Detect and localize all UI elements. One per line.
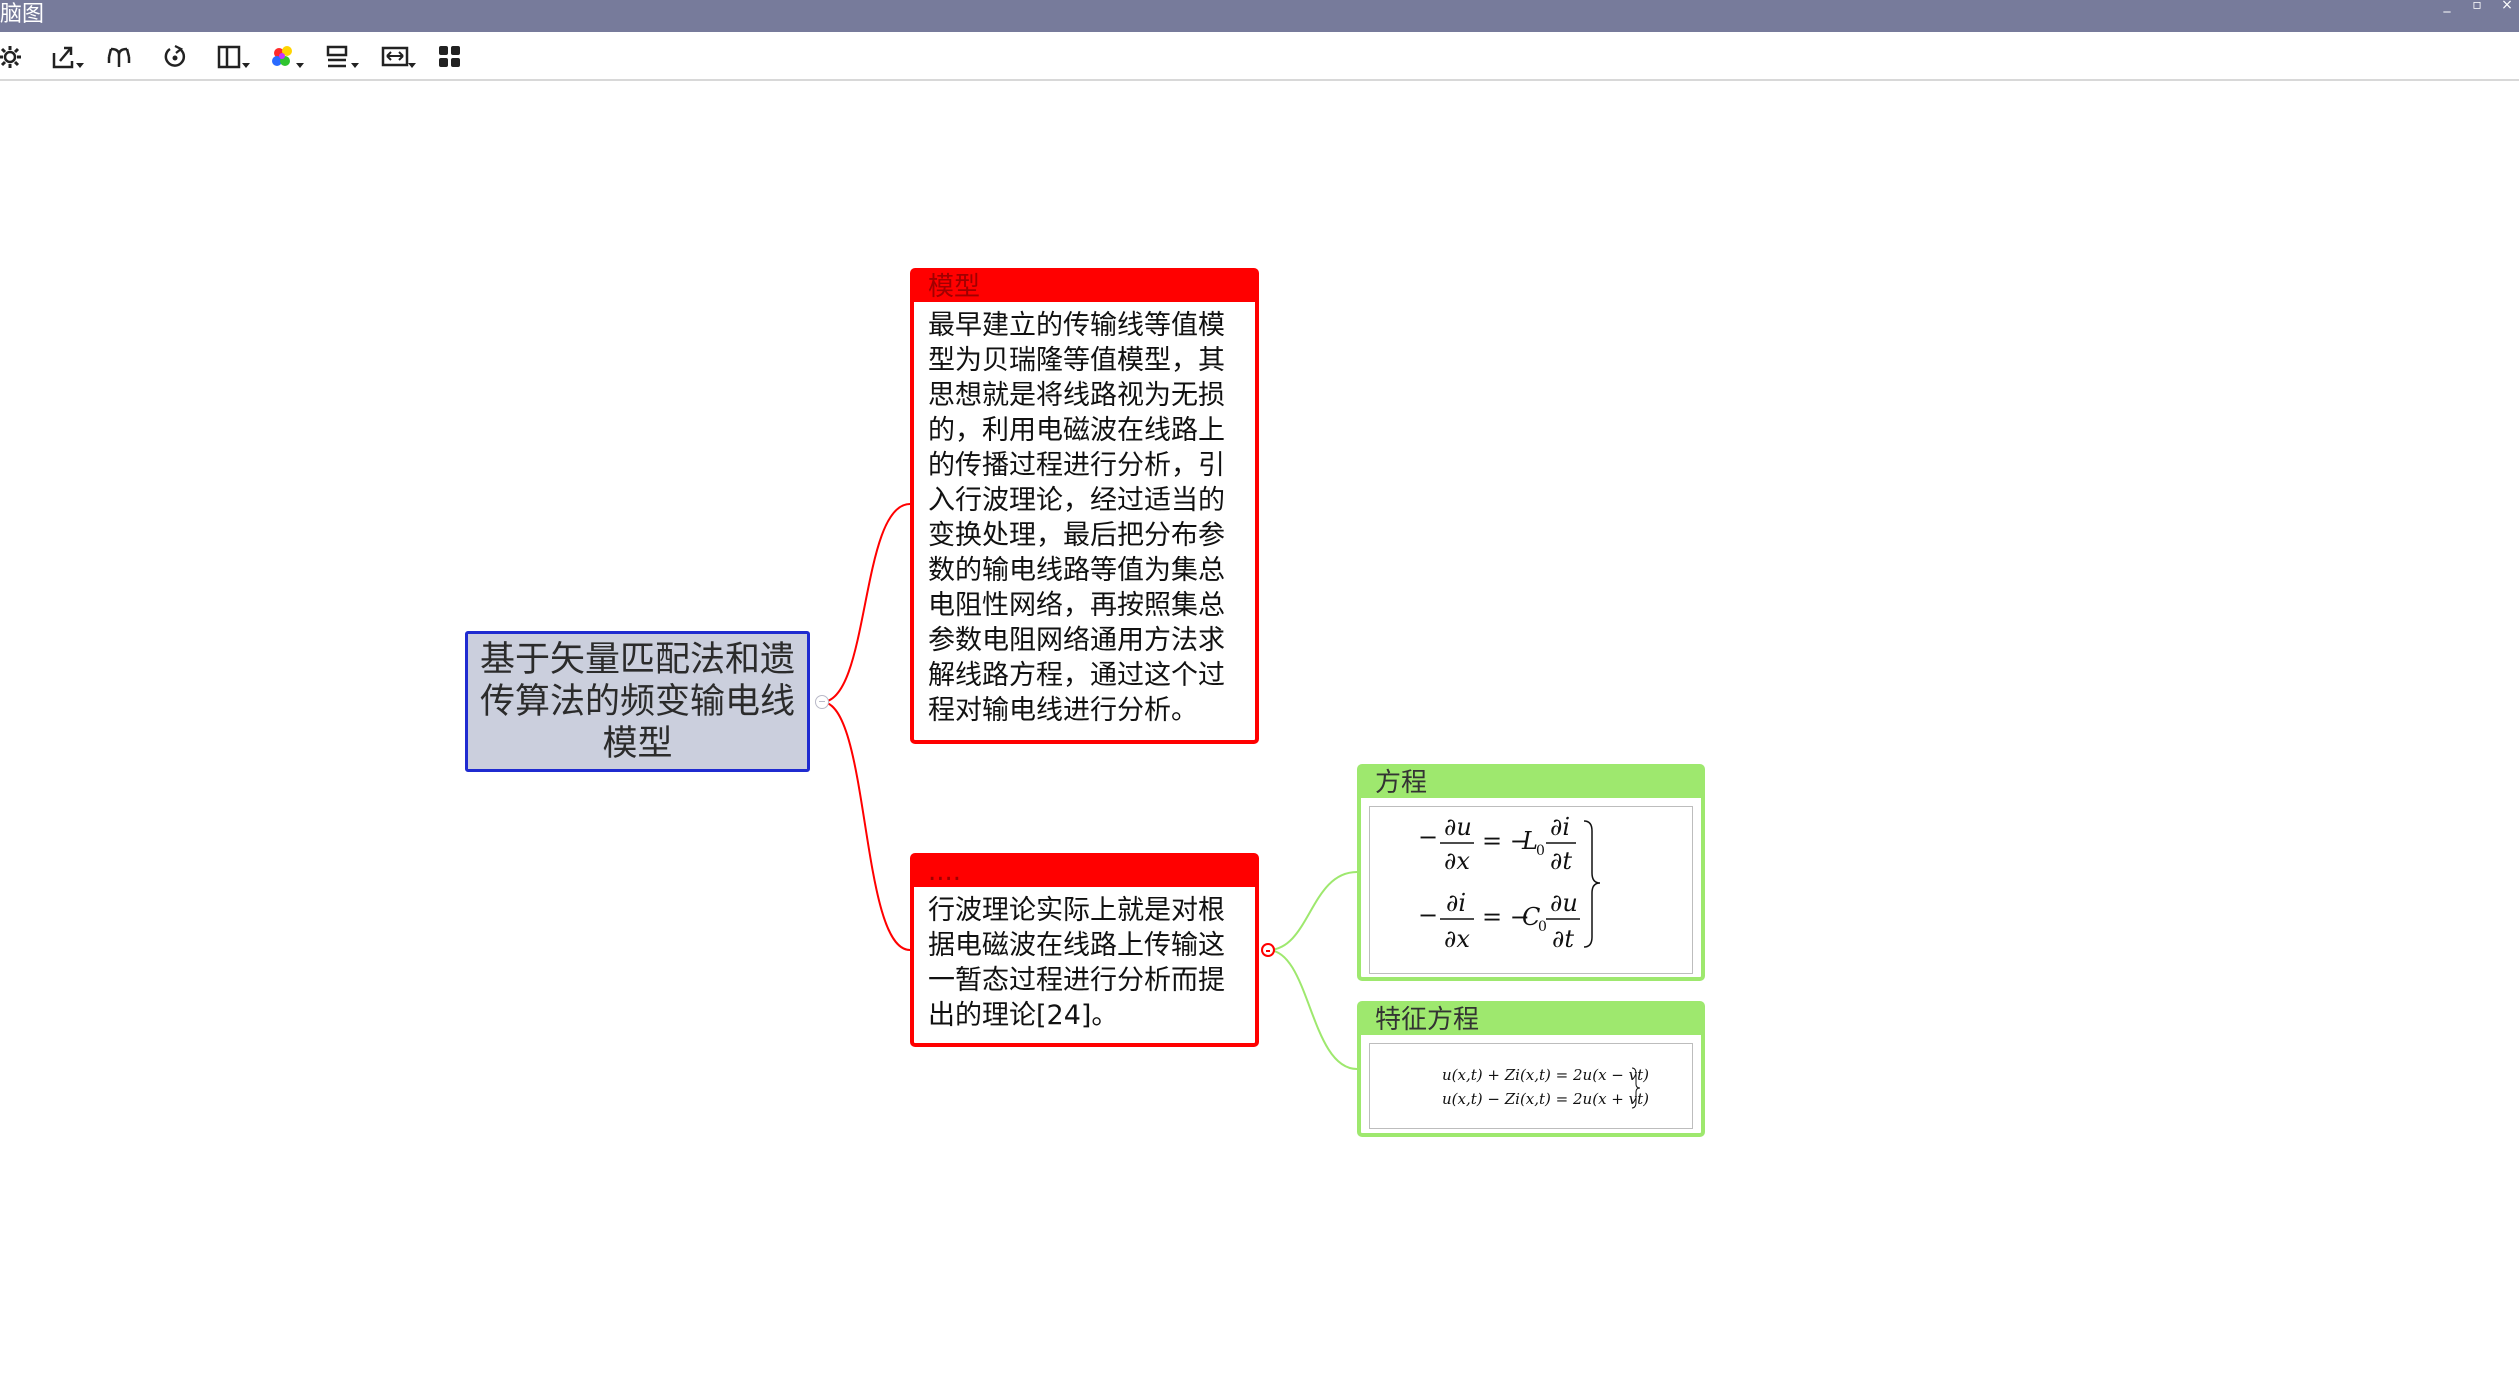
topic-traveling-wave-body: 行波理论实际上就是对根据电磁波在线路上传输这一暂态过程进行分析而提出的理论[24… <box>928 895 1225 1031</box>
refresh-button[interactable] <box>155 41 195 73</box>
grid-icon <box>439 46 460 67</box>
topic-traveling-wave-title: .... <box>914 857 1255 887</box>
restore-button[interactable]: ▫ <box>2466 0 2488 12</box>
fit-width-dropdown-icon <box>381 46 416 68</box>
mindmap-canvas[interactable]: 基于矢量匹配法和遗传算法的频变输电线模型 模型 最早建立的传输线等值模型为贝瑞隆… <box>0 81 2519 1397</box>
topic-model-title: 模型 <box>914 272 1255 302</box>
equation-formula-image: − ∂u ∂x = − L 0 ∂i ∂t − ∂i ∂x = − C 0 ∂u… <box>1369 806 1693 974</box>
grid-view-button[interactable] <box>430 41 470 73</box>
svg-text:−: − <box>1418 901 1438 929</box>
characteristic-equations: u(x,t) + Zi(x,t) = 2u(x − vt) u(x,t) − Z… <box>1442 1066 1649 1109</box>
gear-icon <box>0 46 21 68</box>
connector-root-model <box>821 503 911 703</box>
topic-traveling-wave[interactable]: .... 行波理论实际上就是对根据电磁波在线路上传输这一暂态过程进行分析而提出的… <box>910 853 1259 1047</box>
svg-text:∂u: ∂u <box>1444 813 1472 841</box>
svg-text:−: − <box>1418 823 1438 851</box>
color-palette-dropdown-icon <box>272 46 304 68</box>
connector-lines <box>821 503 1358 1070</box>
telegrapher-equations: − ∂u ∂x = − L 0 ∂i ∂t − ∂i ∂x = − C 0 ∂u… <box>1418 813 1601 953</box>
rotate-icon <box>164 45 186 67</box>
characteristic-line-2: u(x,t) − Zi(x,t) = 2u(x + vt) <box>1442 1090 1649 1108</box>
toolbar <box>0 32 2519 81</box>
align-dropdown-icon <box>326 45 359 68</box>
layout-button[interactable] <box>99 41 139 73</box>
window-title: 脑图 <box>0 2 45 27</box>
align-button[interactable] <box>323 41 363 73</box>
export-button[interactable] <box>48 41 88 73</box>
window-titlebar: 脑图 _ ▫ × <box>0 0 2519 32</box>
traveling-wave-collapse-toggle[interactable] <box>1261 943 1275 957</box>
svg-text:0: 0 <box>1536 843 1545 859</box>
topic-equation-title: 方程 <box>1361 768 1701 798</box>
topic-characteristic-equation-title: 特征方程 <box>1361 1005 1701 1035</box>
topic-model[interactable]: 模型 最早建立的传输线等值模型为贝瑞隆等值模型，其思想就是将线路视为无损的，利用… <box>910 268 1259 744</box>
svg-text:∂t: ∂t <box>1552 925 1574 953</box>
svg-text:∂u: ∂u <box>1550 889 1578 917</box>
topic-equation[interactable]: 方程 − ∂u ∂x = − L 0 ∂i ∂t − ∂i ∂x = − C 0… <box>1357 764 1705 981</box>
connector-wave-characteristic <box>1267 949 1358 1070</box>
close-button[interactable]: × <box>2496 0 2518 12</box>
root-node-label: 基于矢量匹配法和遗传算法的频变输电线模型 <box>479 639 795 764</box>
connector-root-wave <box>821 701 911 951</box>
characteristic-formula-image: u(x,t) + Zi(x,t) = 2u(x − vt) u(x,t) − Z… <box>1369 1043 1693 1129</box>
theme-colors-button[interactable] <box>268 41 308 73</box>
connector-wave-equation <box>1267 871 1358 951</box>
settings-button[interactable] <box>0 41 30 73</box>
svg-text:∂i: ∂i <box>1446 889 1466 917</box>
export-dropdown-icon <box>52 46 84 69</box>
svg-text:∂t: ∂t <box>1550 847 1572 875</box>
topic-model-body: 最早建立的传输线等值模型为贝瑞隆等值模型，其思想就是将线路视为无损的，利用电磁波… <box>928 310 1225 726</box>
topic-characteristic-equation[interactable]: 特征方程 u(x,t) + Zi(x,t) = 2u(x − vt) u(x,t… <box>1357 1001 1705 1137</box>
svg-text:∂x: ∂x <box>1444 925 1470 953</box>
svg-text:∂x: ∂x <box>1444 847 1470 875</box>
branch-layout-icon <box>107 47 131 67</box>
svg-text:∂i: ∂i <box>1550 813 1570 841</box>
columns-button[interactable] <box>214 41 254 73</box>
characteristic-line-1: u(x,t) + Zi(x,t) = 2u(x − vt) <box>1442 1066 1649 1084</box>
fit-width-button[interactable] <box>379 41 419 73</box>
svg-text:0: 0 <box>1538 919 1547 935</box>
minimize-button[interactable]: _ <box>2436 0 2458 12</box>
root-node[interactable]: 基于矢量匹配法和遗传算法的频变输电线模型 <box>465 631 810 772</box>
root-collapse-toggle[interactable] <box>815 695 829 709</box>
columns-dropdown-icon <box>217 45 250 69</box>
